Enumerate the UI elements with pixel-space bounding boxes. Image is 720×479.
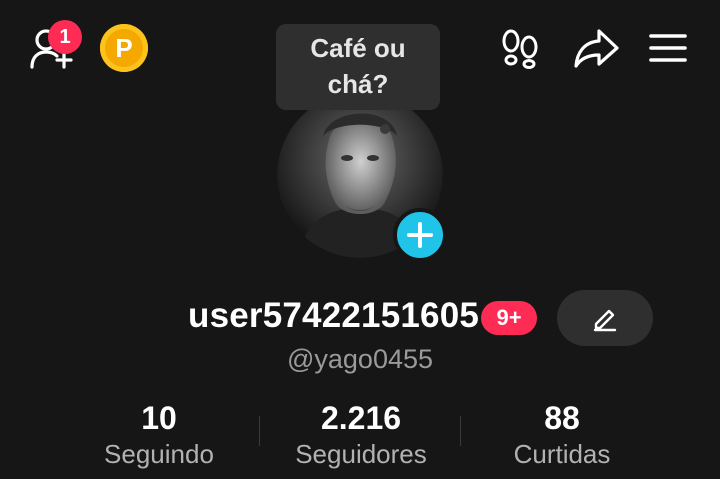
add-avatar-button[interactable] [393, 208, 447, 262]
note-bubble[interactable]: Café ou chá? [276, 24, 440, 110]
stat-followers-label: Seguidores [295, 439, 427, 469]
stat-following-value: 10 [141, 400, 177, 436]
stat-divider [460, 416, 461, 446]
username: user57422151605 [188, 296, 480, 335]
profile-handle: @yago0455 [286, 344, 434, 374]
stat-following[interactable]: 10 Seguindo [59, 398, 259, 470]
pencil-icon [593, 309, 617, 332]
note-bubble-tail [380, 124, 390, 134]
coin-label: P [115, 32, 133, 63]
stat-likes-value: 88 [544, 400, 580, 436]
share-icon[interactable] [570, 24, 622, 72]
stat-followers-value: 2.216 [320, 400, 402, 436]
stat-divider [259, 416, 260, 446]
username-badge[interactable]: 9+ [481, 301, 537, 335]
stat-likes[interactable]: 88 Curtidas [462, 398, 662, 470]
menu-icon[interactable] [646, 28, 690, 68]
footprints-icon[interactable] [497, 24, 543, 72]
stat-followers[interactable]: 2.216 Seguidores [261, 398, 461, 470]
edit-profile-button[interactable] [557, 290, 653, 346]
stat-likes-label: Curtidas [513, 439, 611, 469]
coin-icon[interactable]: P [100, 24, 148, 72]
notification-badge: 1 [48, 20, 82, 54]
stat-following-label: Seguindo [104, 439, 214, 469]
